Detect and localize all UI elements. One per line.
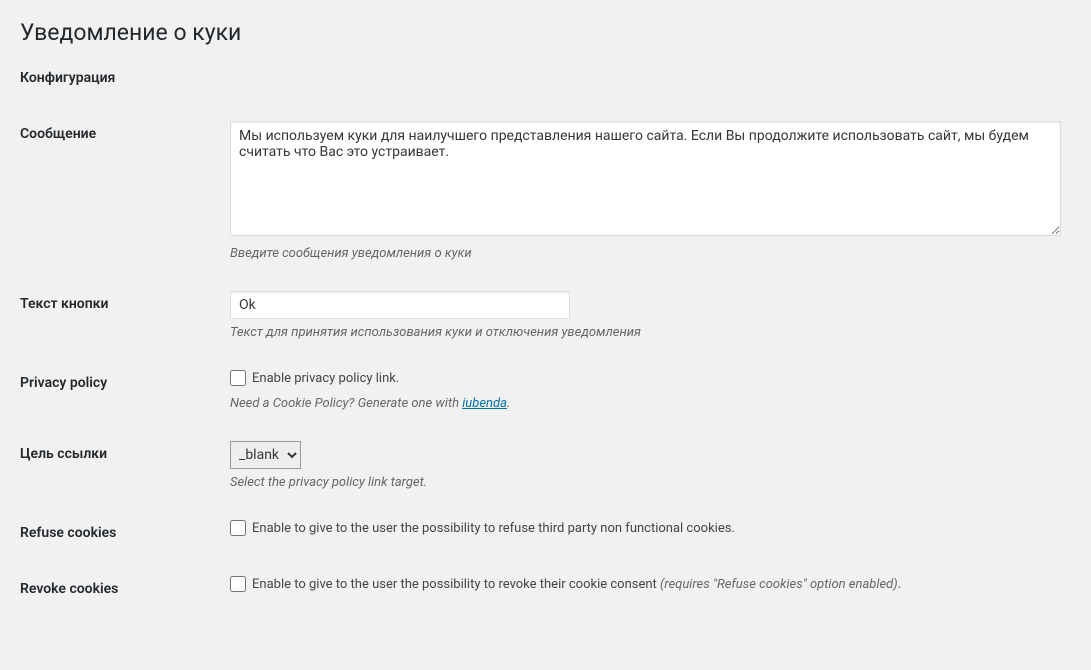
button-text-input[interactable] <box>230 291 570 319</box>
refuse-cookies-label: Refuse cookies <box>20 505 220 561</box>
message-label: Сообщение <box>20 106 220 276</box>
privacy-policy-checkbox[interactable] <box>230 370 246 386</box>
message-textarea[interactable]: Мы используем куки для наилучшего предст… <box>230 121 1061 236</box>
link-target-description: Select the privacy policy link target. <box>230 475 1061 490</box>
revoke-cookies-label: Revoke cookies <box>20 561 220 617</box>
button-text-description: Текст для принятия использования куки и … <box>230 325 1061 340</box>
refuse-cookies-checkbox[interactable] <box>230 520 246 536</box>
button-text-label: Текст кнопки <box>20 276 220 355</box>
privacy-policy-description: Need a Cookie Policy? Generate one with … <box>230 396 1061 411</box>
revoke-cookies-checkbox[interactable] <box>230 576 246 592</box>
link-target-select[interactable]: _blank <box>230 441 301 469</box>
privacy-policy-checkbox-text: Enable privacy policy link. <box>252 371 399 386</box>
privacy-policy-checkbox-wrapper[interactable]: Enable privacy policy link. <box>230 370 399 386</box>
settings-form-table: Сообщение Мы используем куки для наилучш… <box>20 106 1071 617</box>
section-title: Конфигурация <box>20 70 1071 86</box>
privacy-policy-label: Privacy policy <box>20 355 220 426</box>
page-title: Уведомление о куки <box>20 10 1071 50</box>
iubenda-link[interactable]: iubenda <box>462 396 507 411</box>
message-description: Введите сообщения уведомления о куки <box>230 246 1061 261</box>
refuse-cookies-checkbox-wrapper[interactable]: Enable to give to the user the possibili… <box>230 520 735 536</box>
link-target-label: Цель ссылки <box>20 426 220 505</box>
revoke-cookies-checkbox-text: Enable to give to the user the possibili… <box>252 577 901 592</box>
refuse-cookies-checkbox-text: Enable to give to the user the possibili… <box>252 521 735 536</box>
revoke-cookies-checkbox-wrapper[interactable]: Enable to give to the user the possibili… <box>230 576 901 592</box>
